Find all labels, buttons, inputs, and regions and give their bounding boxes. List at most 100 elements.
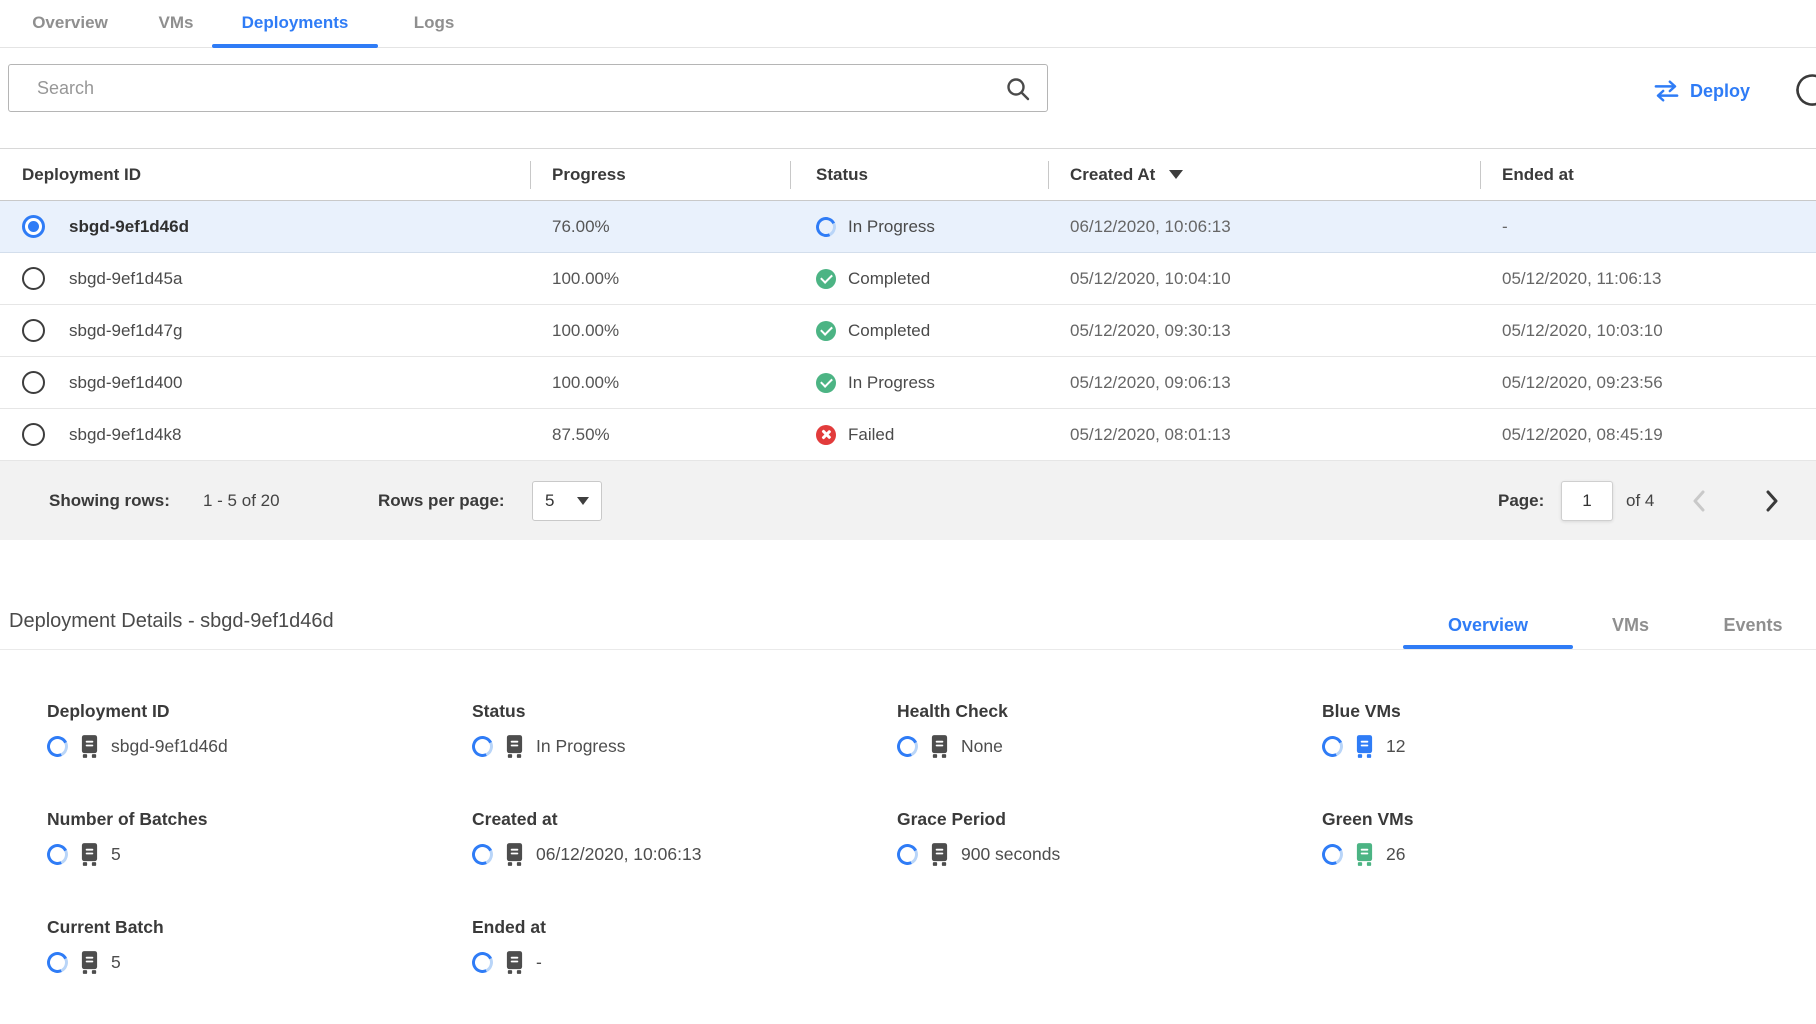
table-row[interactable]: sbgd-9ef1d4k8 87.50% Failed 05/12/2020, … [0, 409, 1816, 461]
column-header-ended-at[interactable]: Ended at [1480, 165, 1816, 185]
in-progress-spinner-icon [44, 949, 71, 976]
detail-field-value-row: None [897, 733, 1322, 759]
row-radio-button[interactable] [22, 215, 45, 238]
table-row[interactable]: sbgd-9ef1d45a 100.00% Completed 05/12/20… [0, 253, 1816, 305]
detail-field-value-row: In Progress [472, 733, 897, 759]
detail-field-label: Current Batch [47, 916, 472, 938]
detail-field-label: Green VMs [1322, 808, 1806, 830]
search-input[interactable] [9, 65, 1047, 111]
page-label: Page: [1498, 491, 1544, 511]
detail-field-value: 06/12/2020, 10:06:13 [536, 841, 701, 867]
status-icon [816, 425, 836, 445]
status-icon [816, 269, 836, 289]
deploy-button-label: Deploy [1690, 81, 1750, 102]
detail-field-label: Ended at [472, 916, 897, 938]
detail-field-value: 5 [111, 841, 121, 867]
previous-page-chevron-icon[interactable] [1692, 490, 1706, 512]
rows-per-page-select[interactable]: 5 [532, 481, 602, 521]
vm-icon [505, 951, 524, 974]
detail-field-value-row: 900 seconds [897, 841, 1322, 867]
row-radio-button[interactable] [22, 371, 45, 394]
page-number-input[interactable] [1561, 481, 1613, 521]
progress-cell: 76.00% [530, 217, 790, 237]
row-radio-button[interactable] [22, 423, 45, 446]
in-progress-spinner-icon [1319, 841, 1346, 868]
column-header-created-at[interactable]: Created At [1048, 165, 1480, 185]
detail-field: Grace Period 900 seconds [897, 808, 1322, 916]
created-at-cell: 05/12/2020, 10:04:10 [1048, 269, 1480, 289]
tab-overview[interactable]: Overview [0, 0, 140, 47]
progress-cell: 100.00% [530, 269, 790, 289]
created-at-cell: 06/12/2020, 10:06:13 [1048, 217, 1480, 237]
tab-deployments[interactable]: Deployments [212, 0, 378, 47]
table-row[interactable]: sbgd-9ef1d400 100.00% In Progress 05/12/… [0, 357, 1816, 409]
detail-field-label: Blue VMs [1322, 700, 1806, 722]
tab-logs[interactable]: Logs [378, 0, 490, 47]
detail-field-label: Number of Batches [47, 808, 472, 830]
details-tab-events[interactable]: Events [1688, 605, 1816, 649]
deployment-id-cell: sbgd-9ef1d400 [69, 373, 182, 393]
detail-field-value: None [961, 733, 1003, 759]
table-row[interactable]: sbgd-9ef1d47g 100.00% Completed 05/12/20… [0, 305, 1816, 357]
rows-per-page-label: Rows per page: [378, 491, 505, 511]
vm-icon [930, 735, 949, 758]
deployments-table: Deployment ID Progress Status Created At… [0, 148, 1816, 540]
showing-rows-value: 1 - 5 of 20 [203, 491, 280, 511]
table-footer: Showing rows: 1 - 5 of 20 Rows per page:… [0, 461, 1816, 540]
details-divider [0, 649, 1816, 650]
column-header-deployment-id[interactable]: Deployment ID [0, 165, 530, 185]
status-cell: Completed [848, 269, 930, 289]
row-radio-button[interactable] [22, 319, 45, 342]
deployment-id-cell: sbgd-9ef1d45a [69, 269, 182, 289]
detail-field: Number of Batches 5 [47, 808, 472, 916]
column-header-created-at-label: Created At [1070, 165, 1155, 185]
deployment-id-cell: sbgd-9ef1d46d [69, 217, 189, 237]
detail-field-value: 5 [111, 949, 121, 975]
detail-field: Green VMs 26 [1322, 808, 1806, 916]
deployment-details-title: Deployment Details - sbgd-9ef1d46d [9, 610, 334, 633]
next-page-chevron-icon[interactable] [1765, 490, 1779, 512]
in-progress-spinner-icon [894, 841, 921, 868]
search-icon[interactable] [1005, 76, 1031, 102]
deploy-button[interactable]: Deploy [1653, 74, 1750, 108]
deployment-id-cell: sbgd-9ef1d47g [69, 321, 182, 341]
column-header-status[interactable]: Status [790, 165, 1048, 185]
progress-cell: 87.50% [530, 425, 790, 445]
detail-field-value: - [536, 949, 542, 975]
row-radio-button[interactable] [22, 267, 45, 290]
details-tab-overview[interactable]: Overview [1403, 605, 1573, 649]
vm-icon [80, 843, 99, 866]
table-row[interactable]: sbgd-9ef1d46d 76.00% In Progress 06/12/2… [0, 201, 1816, 253]
status-cell: In Progress [848, 217, 935, 237]
status-cell: Completed [848, 321, 930, 341]
search-box [8, 64, 1048, 112]
deployment-id-cell: sbgd-9ef1d4k8 [69, 425, 181, 445]
detail-field-label: Created at [472, 808, 897, 830]
status-icon [816, 373, 836, 393]
status-cell: Failed [848, 425, 894, 445]
in-progress-spinner-icon [469, 841, 496, 868]
detail-field: Status In Progress [472, 700, 897, 808]
column-header-progress[interactable]: Progress [530, 165, 790, 185]
deploy-swap-arrows-icon [1653, 80, 1680, 102]
showing-rows-label: Showing rows: [49, 491, 170, 511]
detail-field-value: In Progress [536, 733, 625, 759]
status-icon [816, 321, 836, 341]
vm-icon [505, 735, 524, 758]
detail-field: Blue VMs 12 [1322, 700, 1806, 808]
refresh-icon[interactable] [1794, 72, 1816, 108]
created-at-cell: 05/12/2020, 08:01:13 [1048, 425, 1480, 445]
progress-cell: 100.00% [530, 321, 790, 341]
detail-field-label: Grace Period [897, 808, 1322, 830]
table-header-row: Deployment ID Progress Status Created At… [0, 148, 1816, 201]
created-at-cell: 05/12/2020, 09:30:13 [1048, 321, 1480, 341]
details-grid: Deployment ID sbgd-9ef1d46d Status [47, 700, 1806, 1024]
in-progress-spinner-icon [44, 733, 71, 760]
table-body: sbgd-9ef1d46d 76.00% In Progress 06/12/2… [0, 201, 1816, 461]
details-tab-vms[interactable]: VMs [1573, 605, 1688, 649]
main-tabbar: Overview VMs Deployments Logs [0, 0, 1816, 48]
detail-field-value-row: - [472, 949, 897, 975]
rows-per-page-value: 5 [545, 491, 554, 511]
detail-field: Deployment ID sbgd-9ef1d46d [47, 700, 472, 808]
tab-vms[interactable]: VMs [140, 0, 212, 47]
